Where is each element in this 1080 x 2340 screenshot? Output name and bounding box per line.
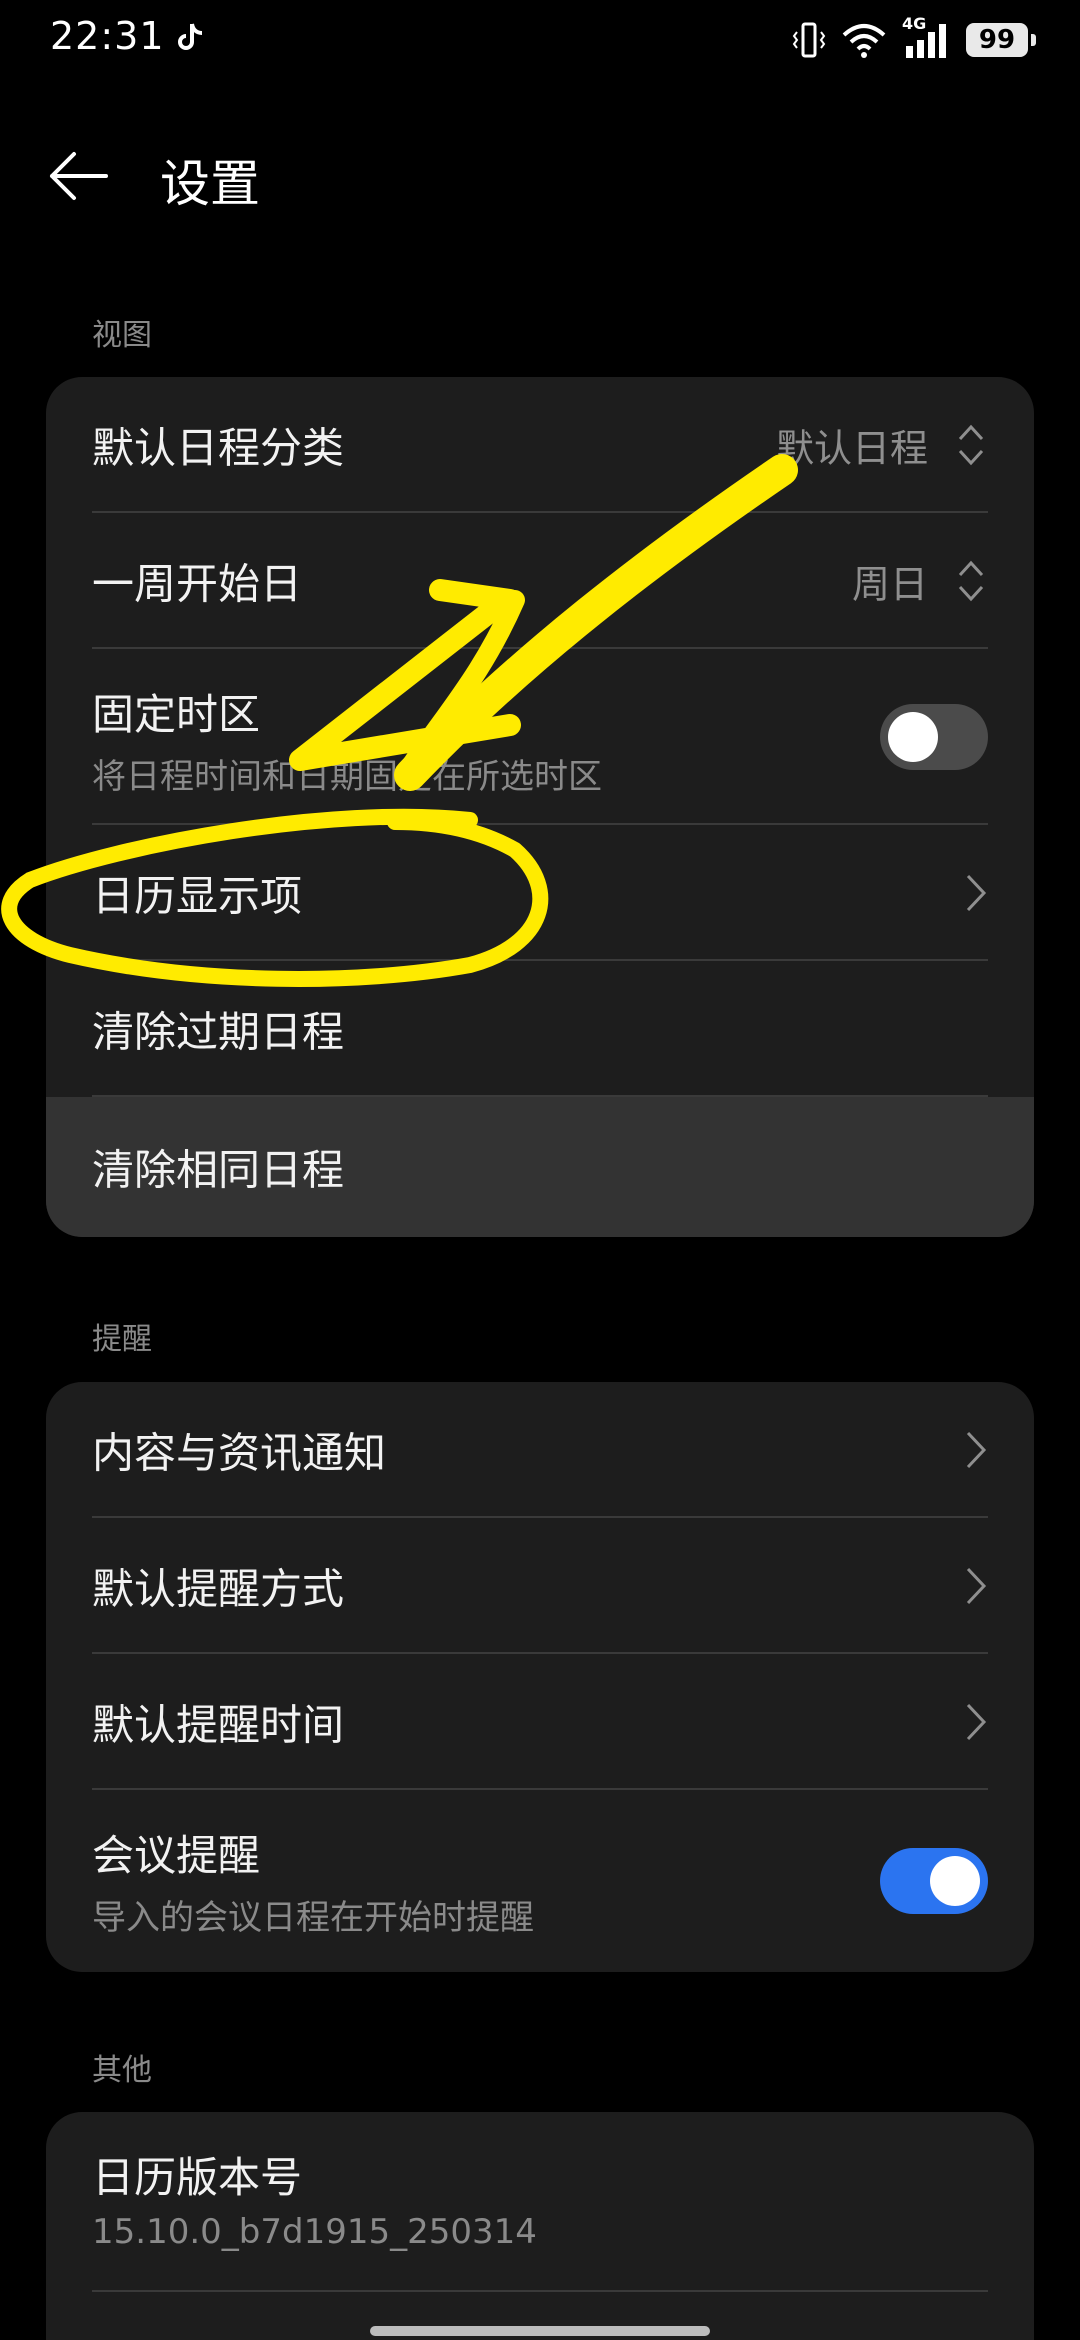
default-remind-time-row[interactable]: 默认提醒时间	[46, 1654, 1034, 1790]
row-subtitle: 15.10.0_b7d1915_250314	[92, 2212, 537, 2252]
default-remind-method-row[interactable]: 默认提醒方式	[46, 1518, 1034, 1654]
cellular-signal-icon: 4G	[902, 14, 952, 60]
row-label: 默认日程分类	[92, 423, 345, 473]
app-header: 设置	[0, 120, 1080, 230]
row-label: 日历版本号	[92, 2153, 303, 2202]
chevron-right-icon	[966, 874, 987, 912]
default-category-row[interactable]: 默认日程分类 默认日程	[46, 377, 1034, 513]
vibrate-icon	[792, 22, 826, 58]
content-notify-row[interactable]: 内容与资讯通知	[46, 1382, 1034, 1518]
clear-duplicates-row[interactable]: 清除相同日程	[46, 1097, 1034, 1237]
tiktok-notification-icon	[178, 23, 203, 50]
page-title: 设置	[160, 155, 260, 213]
home-indicator[interactable]	[370, 2326, 710, 2336]
row-value: 默认日程	[775, 426, 928, 471]
row-label: 会议提醒	[92, 1831, 261, 1880]
row-label: 默认提醒时间	[92, 1700, 345, 1750]
chevron-right-icon	[966, 1703, 987, 1741]
week-start-row[interactable]: 一周开始日 周日	[46, 513, 1034, 649]
fixed-timezone-toggle[interactable]	[880, 704, 988, 770]
battery-indicator: 99	[966, 23, 1036, 57]
view-settings-card: 默认日程分类 默认日程 一周开始日 周日 固定时区 将日程时间和日期固定在所选时…	[46, 377, 1034, 1237]
fixed-timezone-row: 固定时区 将日程时间和日期固定在所选时区	[46, 649, 1034, 825]
section-title-other: 其他	[92, 2053, 152, 2088]
row-label: 清除过期日程	[92, 1007, 345, 1057]
status-bar: 22:31 4G 99	[0, 0, 1080, 80]
chevron-right-icon	[966, 1431, 987, 1469]
calendar-display-items-row[interactable]: 日历显示项	[46, 825, 1034, 961]
row-label: 清除相同日程	[92, 1145, 345, 1195]
row-label: 固定时区	[92, 690, 261, 739]
row-label: 一周开始日	[92, 559, 303, 609]
meeting-remind-row: 会议提醒 导入的会议日程在开始时提醒	[46, 1790, 1034, 1972]
remind-settings-card: 内容与资讯通知 默认提醒方式 默认提醒时间 会议提醒 导入的会议日程在开始时提醒	[46, 1382, 1034, 1972]
status-time: 22:31	[50, 14, 165, 58]
clear-expired-row[interactable]: 清除过期日程	[46, 961, 1034, 1097]
row-label: 日历显示项	[92, 871, 303, 921]
row-label: 默认提醒方式	[92, 1564, 345, 1614]
row-subtitle: 导入的会议日程在开始时提醒	[92, 1898, 534, 1938]
toggle-knob	[888, 712, 938, 762]
other-settings-card: 日历版本号 15.10.0_b7d1915_250314	[46, 2112, 1034, 2340]
section-title-remind: 提醒	[92, 1322, 152, 1357]
row-value: 周日	[851, 562, 928, 607]
meeting-remind-toggle[interactable]	[880, 1848, 988, 1914]
back-arrow-icon[interactable]	[46, 148, 110, 204]
updown-chevron-icon	[958, 424, 984, 466]
chevron-right-icon	[966, 1567, 987, 1605]
wifi-icon	[842, 24, 886, 58]
calendar-version-row: 日历版本号 15.10.0_b7d1915_250314	[46, 2112, 1034, 2292]
section-title-view: 视图	[92, 318, 152, 353]
updown-chevron-icon	[958, 560, 984, 602]
toggle-knob	[930, 1856, 980, 1906]
divider	[92, 2290, 988, 2292]
row-subtitle: 将日程时间和日期固定在所选时区	[92, 757, 602, 797]
row-label: 内容与资讯通知	[92, 1428, 387, 1478]
